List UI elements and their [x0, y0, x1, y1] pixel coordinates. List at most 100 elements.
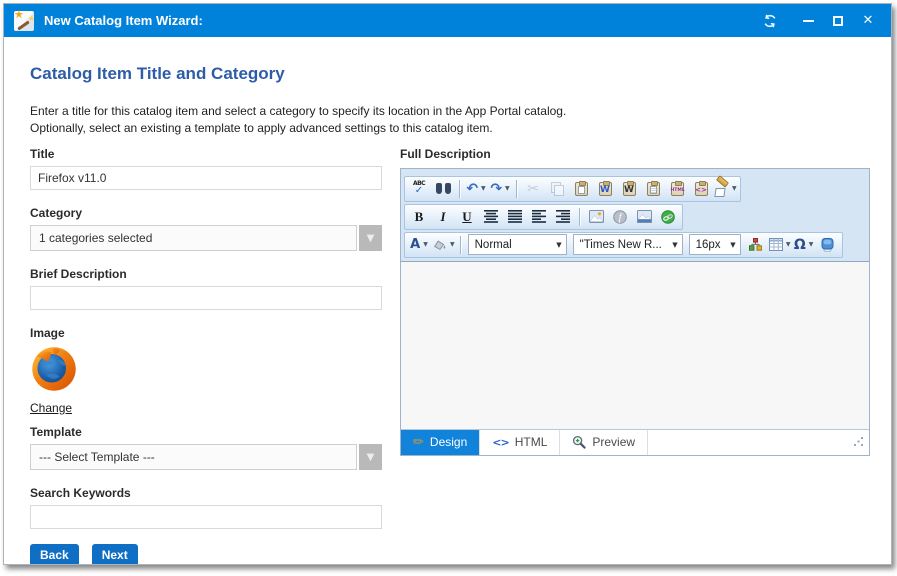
toolbar-separator	[516, 180, 517, 198]
align-left-button[interactable]	[528, 206, 550, 228]
module-manager-icon	[821, 238, 834, 252]
foreground-color-icon: A	[410, 237, 420, 252]
insert-table-icon	[769, 238, 783, 251]
redo-button[interactable]: ↷▼	[489, 178, 511, 200]
close-icon: ✕	[863, 13, 874, 28]
editor-tabs: ✏ Design <>HTMLPreview	[401, 430, 648, 455]
cut-icon: ✂	[527, 181, 539, 197]
next-button[interactable]: Next	[92, 544, 138, 565]
chevron-down-icon: ▼	[672, 241, 677, 249]
editor-column: Full Description ABC✓↶▼↷▼✂WWHTML<>▼BIUfA…	[400, 147, 870, 456]
design-pencil-icon: ✏	[413, 435, 424, 450]
paste-as-html-icon: HTML	[671, 182, 684, 196]
link-manager-button[interactable]	[657, 206, 679, 228]
paste-from-word-no-font-button[interactable]: W	[618, 178, 640, 200]
font-name-select[interactable]: "Times New R... ▼	[573, 234, 683, 255]
font-name-value: "Times New R...	[580, 239, 662, 251]
align-justify-button[interactable]	[504, 206, 526, 228]
tab-design[interactable]: ✏ Design	[401, 430, 480, 455]
star-icon: ★	[14, 8, 24, 21]
preview-magnifier-icon	[572, 435, 586, 449]
change-image-link[interactable]: Change	[30, 401, 72, 415]
paste-markup-button[interactable]: <>	[690, 178, 712, 200]
category-dropdown-button[interactable]: ▼	[359, 225, 382, 251]
title-label: Title	[30, 147, 382, 161]
title-input[interactable]	[30, 166, 382, 190]
insert-table-button[interactable]: ▼	[769, 234, 791, 256]
editor-toolbar-row-2: BIUf	[404, 204, 866, 230]
insert-symbol-button[interactable]: Ω▼	[793, 234, 815, 256]
undo-button[interactable]: ↶▼	[465, 178, 487, 200]
template-label: Template	[30, 425, 382, 439]
chevron-down-icon: ▼	[732, 185, 737, 192]
page-description: Enter a title for this catalog item and …	[30, 103, 566, 137]
firefox-logo	[30, 345, 78, 393]
chevron-down-icon: ▼	[730, 241, 735, 249]
chevron-down-icon: ▼	[423, 241, 428, 248]
image-label: Image	[30, 326, 382, 340]
resize-grip[interactable]	[854, 437, 864, 447]
format-stripper-icon	[714, 182, 729, 196]
italic-button[interactable]: I	[432, 206, 454, 228]
align-center-button[interactable]	[480, 206, 502, 228]
bold-button[interactable]: B	[408, 206, 430, 228]
copy-icon	[551, 182, 564, 195]
toolbar-separator	[579, 208, 580, 226]
module-manager-button[interactable]	[817, 234, 839, 256]
cut-button: ✂	[522, 178, 544, 200]
search-keywords-input[interactable]	[30, 505, 382, 529]
bold-icon: B	[415, 209, 424, 225]
brief-description-input[interactable]	[30, 286, 382, 310]
paste-plain-text-button[interactable]	[642, 178, 664, 200]
underline-button[interactable]: U	[456, 206, 478, 228]
image-manager-button[interactable]	[585, 206, 607, 228]
foreground-color-button[interactable]: A▼	[408, 234, 430, 256]
flash-manager-button[interactable]: f	[609, 206, 631, 228]
full-description-label: Full Description	[400, 147, 870, 161]
toolbar-separator	[460, 236, 461, 254]
font-size-select[interactable]: 16px▼	[689, 234, 741, 255]
editor-toolbars: ABC✓↶▼↷▼✂WWHTML<>▼BIUfA▼▼Normal▼"Times N…	[401, 169, 869, 261]
tab-preview[interactable]: Preview	[560, 430, 648, 455]
template-select[interactable]: --- Select Template --- ▼	[30, 444, 382, 470]
media-manager-button[interactable]	[633, 206, 655, 228]
paragraph-style-select[interactable]: Normal▼	[468, 234, 567, 255]
media-manager-icon	[637, 210, 652, 223]
background-color-button[interactable]: ▼	[432, 234, 455, 256]
description-line-2: Optionally, select an existing a templat…	[30, 120, 566, 137]
image-field-group: Image Change	[30, 326, 382, 417]
wand-icon	[17, 20, 29, 30]
template-dropdown-button[interactable]: ▼	[359, 444, 382, 470]
spellcheck-button[interactable]: ABC✓	[408, 178, 430, 200]
refresh-button[interactable]	[755, 7, 785, 34]
minimize-button[interactable]	[793, 7, 823, 34]
template-field-group: Template --- Select Template --- ▼	[30, 425, 382, 470]
category-label: Category	[30, 206, 382, 220]
tab-html[interactable]: <>HTML	[480, 430, 560, 455]
format-stripper-button[interactable]: ▼	[714, 178, 737, 200]
align-center-icon	[484, 210, 498, 223]
paste-from-word-button[interactable]: W	[594, 178, 616, 200]
chevron-down-icon: ▼	[450, 241, 455, 248]
maximize-icon	[833, 16, 843, 26]
paste-as-html-button[interactable]: HTML	[666, 178, 688, 200]
maximize-button[interactable]	[823, 7, 853, 34]
description-line-1: Enter a title for this catalog item and …	[30, 103, 566, 120]
chevron-down-icon: ▼	[556, 241, 561, 249]
find-replace-button[interactable]	[432, 178, 454, 200]
paste-button[interactable]	[570, 178, 592, 200]
align-right-icon	[556, 210, 570, 223]
undo-icon: ↶	[466, 182, 478, 196]
window-title: New Catalog Item Wizard:	[44, 13, 755, 28]
tab-label: Design	[430, 435, 467, 449]
background-color-icon	[432, 238, 447, 251]
close-button[interactable]: ✕	[853, 7, 883, 34]
link-manager-icon	[661, 210, 675, 224]
back-button[interactable]: Back	[30, 544, 79, 565]
category-select[interactable]: 1 categories selected ▼	[30, 225, 382, 251]
editor-content-area[interactable]	[401, 261, 869, 430]
toolbar-button-group: ABC✓ ↶▼↷▼ ✂ WW HTML <> ▼	[404, 176, 741, 202]
insert-snippet-button[interactable]	[745, 234, 767, 256]
image-manager-icon	[589, 210, 604, 223]
align-right-button[interactable]	[552, 206, 574, 228]
